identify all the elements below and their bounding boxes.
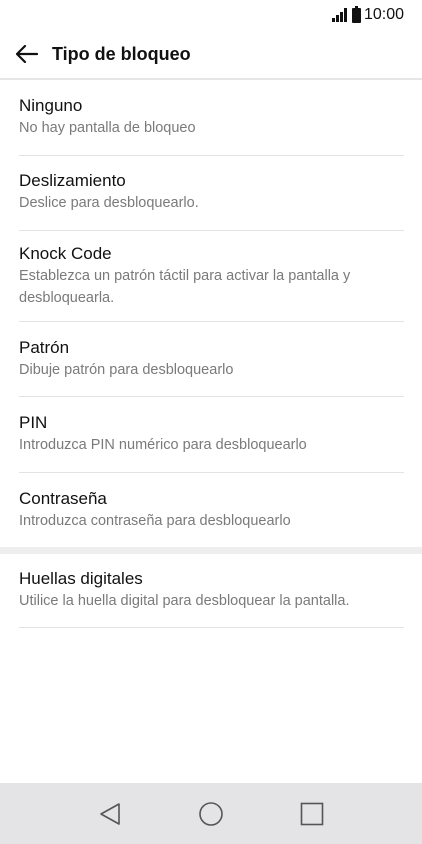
signal-icon: [331, 8, 347, 22]
option-knock-code[interactable]: Knock Code Establezca un patrón táctil p…: [19, 231, 404, 322]
navigation-bar: [0, 783, 422, 844]
nav-home-button[interactable]: [191, 794, 231, 834]
option-title: Patrón: [19, 338, 70, 357]
back-triangle-icon: [100, 802, 121, 825]
battery-icon: [351, 5, 361, 23]
option-pin[interactable]: PIN Introduzca PIN numérico para desbloq…: [19, 397, 404, 473]
option-subtitle: Introduzca contraseña para desbloquearlo: [19, 513, 291, 529]
option-deslizamiento[interactable]: Deslizamiento Deslice para desbloquearlo…: [19, 156, 404, 231]
option-ninguno[interactable]: Ninguno No hay pantalla de bloqueo: [19, 82, 404, 156]
option-title: Huellas digitales: [19, 569, 143, 588]
option-title: Contraseña: [19, 489, 107, 508]
app-bar: Tipo de bloqueo: [0, 30, 422, 80]
option-title: Knock Code: [19, 244, 112, 263]
nav-recents-button[interactable]: [292, 794, 332, 834]
option-subtitle: Deslice para desbloquearlo.: [19, 195, 199, 211]
option-subtitle: Dibuje patrón para desbloquearlo: [19, 362, 234, 378]
option-title: Deslizamiento: [19, 171, 126, 190]
option-subtitle: Introduzca PIN numérico para desbloquear…: [19, 437, 307, 453]
status-bar: 10:00: [0, 0, 422, 30]
option-title: Ninguno: [19, 96, 83, 115]
option-contrasena[interactable]: Contraseña Introduzca contraseña para de…: [19, 473, 404, 547]
arrow-left-icon: [16, 45, 38, 63]
section-divider: [0, 547, 422, 554]
option-title: PIN: [19, 413, 48, 432]
status-time: 10:00: [363, 6, 404, 23]
option-subtitle: Utilice la huella digital para desbloque…: [19, 593, 350, 609]
lock-type-list: Ninguno No hay pantalla de bloqueo Desli…: [0, 82, 422, 628]
home-circle-icon: [199, 801, 223, 826]
back-button[interactable]: [2, 29, 52, 79]
screen: 10:00 Tipo de bloqueo Ninguno No hay pan…: [0, 0, 422, 844]
option-huellas-digitales[interactable]: Huellas digitales Utilice la huella digi…: [19, 554, 404, 628]
nav-back-button[interactable]: [90, 794, 130, 834]
option-subtitle: Establezca un patrón táctil para activar…: [19, 268, 351, 306]
option-subtitle: No hay pantalla de bloqueo: [19, 120, 196, 136]
page-title: Tipo de bloqueo: [52, 43, 191, 64]
option-patron[interactable]: Patrón Dibuje patrón para desbloquearlo: [19, 322, 404, 397]
recents-square-icon: [300, 802, 323, 825]
